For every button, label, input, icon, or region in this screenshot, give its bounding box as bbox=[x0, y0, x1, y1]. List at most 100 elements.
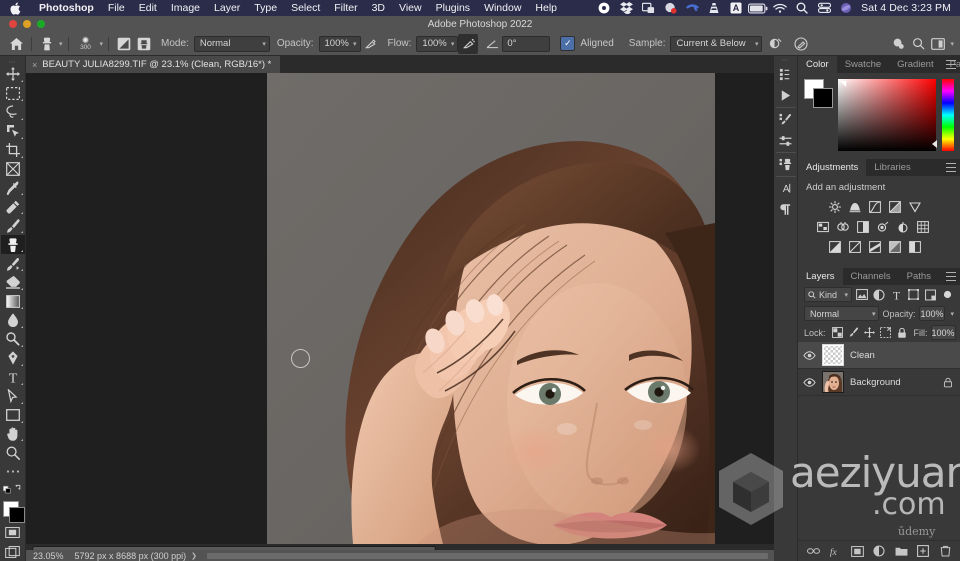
angle-input[interactable]: 0° bbox=[502, 35, 551, 52]
brightness-contrast-icon[interactable] bbox=[828, 200, 841, 213]
airbrush-icon[interactable] bbox=[458, 33, 479, 54]
sidebar-item-rectangle-tool[interactable] bbox=[1, 406, 25, 425]
color-panel-swatches[interactable] bbox=[804, 79, 833, 108]
levels-icon[interactable] bbox=[848, 200, 861, 213]
opacity-chevron-icon[interactable]: ▾ bbox=[948, 310, 954, 318]
sidebar-item-blur-tool[interactable] bbox=[1, 311, 25, 330]
layer-name[interactable]: Clean bbox=[850, 350, 954, 361]
menu-select[interactable]: Select bbox=[284, 2, 327, 14]
creative-cloud-icon[interactable] bbox=[659, 0, 681, 16]
posterize-icon[interactable] bbox=[848, 240, 861, 253]
filter-type-icon[interactable]: T bbox=[889, 287, 903, 302]
sidebar-item-eyedropper-tool[interactable] bbox=[1, 179, 25, 198]
sidebar-item-lasso-tool[interactable] bbox=[1, 103, 25, 122]
panel-menu-icon[interactable] bbox=[946, 163, 956, 172]
layer-visibility-toggle[interactable] bbox=[802, 377, 816, 387]
channel-mixer-icon[interactable] bbox=[896, 220, 909, 233]
new-layer-icon[interactable] bbox=[917, 544, 930, 558]
opacity-input[interactable]: 100% ▾ bbox=[318, 35, 361, 52]
wifi-icon[interactable] bbox=[769, 0, 791, 16]
add-layer-mask-icon[interactable] bbox=[850, 544, 864, 558]
color-swatches[interactable] bbox=[1, 500, 25, 524]
vlc-icon[interactable] bbox=[703, 0, 725, 16]
clone-source-panel-icon[interactable] bbox=[134, 34, 154, 54]
sidebar-item-marquee-tool[interactable] bbox=[1, 84, 25, 103]
filter-adjustment-icon[interactable] bbox=[872, 287, 886, 302]
tab-paths[interactable]: Paths bbox=[899, 268, 939, 285]
layer-thumbnail[interactable] bbox=[822, 371, 844, 393]
sidebar-item-crop-tool[interactable] bbox=[1, 141, 25, 160]
brush-settings-panel-icon[interactable] bbox=[114, 34, 134, 54]
add-layer-style-icon[interactable]: fx bbox=[829, 544, 842, 558]
sidebar-item-dodge-tool[interactable] bbox=[1, 330, 25, 349]
layer-fill-input[interactable]: 100% bbox=[930, 325, 956, 340]
menu-plugins[interactable]: Plugins bbox=[429, 2, 477, 14]
edit-toolbar-button[interactable] bbox=[1, 462, 25, 481]
color-picker-handle-icon[interactable]: ◥ bbox=[840, 80, 847, 88]
sidebar-item-eraser-tool[interactable] bbox=[1, 273, 25, 292]
menu-photoshop[interactable]: Photoshop bbox=[32, 2, 101, 14]
background-color-swatch[interactable] bbox=[813, 88, 833, 108]
invert-icon[interactable] bbox=[828, 240, 841, 253]
aligned-checkbox[interactable]: ✓ bbox=[560, 36, 576, 51]
gradient-map-icon[interactable] bbox=[888, 240, 901, 253]
hue-saturation-icon[interactable] bbox=[816, 220, 829, 233]
actions-play-icon[interactable] bbox=[775, 85, 797, 106]
layer-thumbnail[interactable] bbox=[822, 344, 844, 366]
brush-size-picker[interactable]: 300 bbox=[74, 34, 98, 54]
workspace-switcher-icon[interactable] bbox=[928, 34, 948, 54]
lock-transparent-pixels-icon[interactable] bbox=[832, 326, 844, 339]
hue-spectrum-strip[interactable] bbox=[942, 79, 954, 151]
layer-opacity-input[interactable]: 100% bbox=[918, 306, 946, 321]
spotlight-search-icon[interactable] bbox=[791, 0, 813, 16]
tab-gradient[interactable]: Gradient bbox=[889, 56, 941, 73]
sidebar-item-zoom-tool[interactable] bbox=[1, 443, 25, 462]
sidebar-item-gradient-tool[interactable] bbox=[1, 292, 25, 311]
lock-artboard-nesting-icon[interactable] bbox=[880, 326, 892, 339]
workspace-chevron-icon[interactable]: ▾ bbox=[948, 40, 954, 48]
siri-icon[interactable] bbox=[835, 0, 857, 16]
toolbar-grip[interactable]: ⋯ bbox=[6, 58, 20, 66]
onedrive-icon[interactable] bbox=[593, 0, 615, 16]
control-center-icon[interactable] bbox=[813, 0, 835, 16]
history-panel-icon[interactable] bbox=[775, 64, 797, 85]
color-picker-field[interactable]: ◥ bbox=[838, 79, 937, 151]
sidebar-item-hand-tool[interactable] bbox=[1, 425, 25, 444]
table-row[interactable]: Background bbox=[798, 369, 960, 396]
smoothing-angle-icon[interactable] bbox=[482, 34, 502, 54]
layer-blend-mode-select[interactable]: Normal ▾ bbox=[804, 306, 880, 321]
brush-settings-icon[interactable] bbox=[775, 109, 797, 130]
document-image[interactable] bbox=[267, 73, 715, 544]
filter-pixel-icon[interactable] bbox=[855, 287, 869, 302]
input-source-icon[interactable]: A bbox=[725, 0, 747, 16]
pressure-opacity-icon[interactable] bbox=[361, 34, 381, 54]
battery-icon[interactable] bbox=[747, 0, 769, 16]
brush-size-chevron-icon[interactable]: ▾ bbox=[98, 40, 104, 48]
flow-input[interactable]: 100% ▾ bbox=[416, 35, 459, 52]
tab-swatches[interactable]: Swatche bbox=[837, 56, 889, 73]
ignore-adjustment-layers-icon[interactable] bbox=[765, 34, 785, 54]
menu-view[interactable]: View bbox=[392, 2, 429, 14]
tab-adjustments[interactable]: Adjustments bbox=[798, 159, 867, 176]
paragraph-panel-icon[interactable] bbox=[775, 199, 797, 220]
table-row[interactable]: Clean bbox=[798, 342, 960, 369]
vibrance-icon[interactable] bbox=[908, 200, 921, 213]
sidebar-item-brush-tool[interactable] bbox=[1, 216, 25, 235]
delete-layer-icon[interactable] bbox=[939, 544, 952, 558]
sidebar-item-frame-tool[interactable] bbox=[1, 160, 25, 179]
panel-menu-icon[interactable] bbox=[946, 60, 956, 69]
panel-menu-icon[interactable] bbox=[946, 272, 956, 281]
dropbox-icon[interactable] bbox=[615, 0, 637, 16]
menu-file[interactable]: File bbox=[101, 2, 132, 14]
filter-smart-object-icon[interactable] bbox=[923, 287, 937, 302]
layer-filter-kind-select[interactable]: Kind ▾ bbox=[804, 287, 852, 302]
close-tab-icon[interactable]: × bbox=[32, 60, 37, 70]
status-expand-icon[interactable]: ❯ bbox=[191, 552, 197, 560]
color-balance-icon[interactable] bbox=[836, 220, 849, 233]
quick-mask-icon[interactable] bbox=[1, 523, 25, 542]
sidebar-item-history-brush-tool[interactable] bbox=[1, 254, 25, 273]
screenshot-icon[interactable] bbox=[637, 0, 659, 16]
lock-all-icon[interactable] bbox=[896, 326, 908, 339]
home-icon[interactable] bbox=[6, 34, 26, 54]
photo-filter-icon[interactable] bbox=[876, 220, 889, 233]
